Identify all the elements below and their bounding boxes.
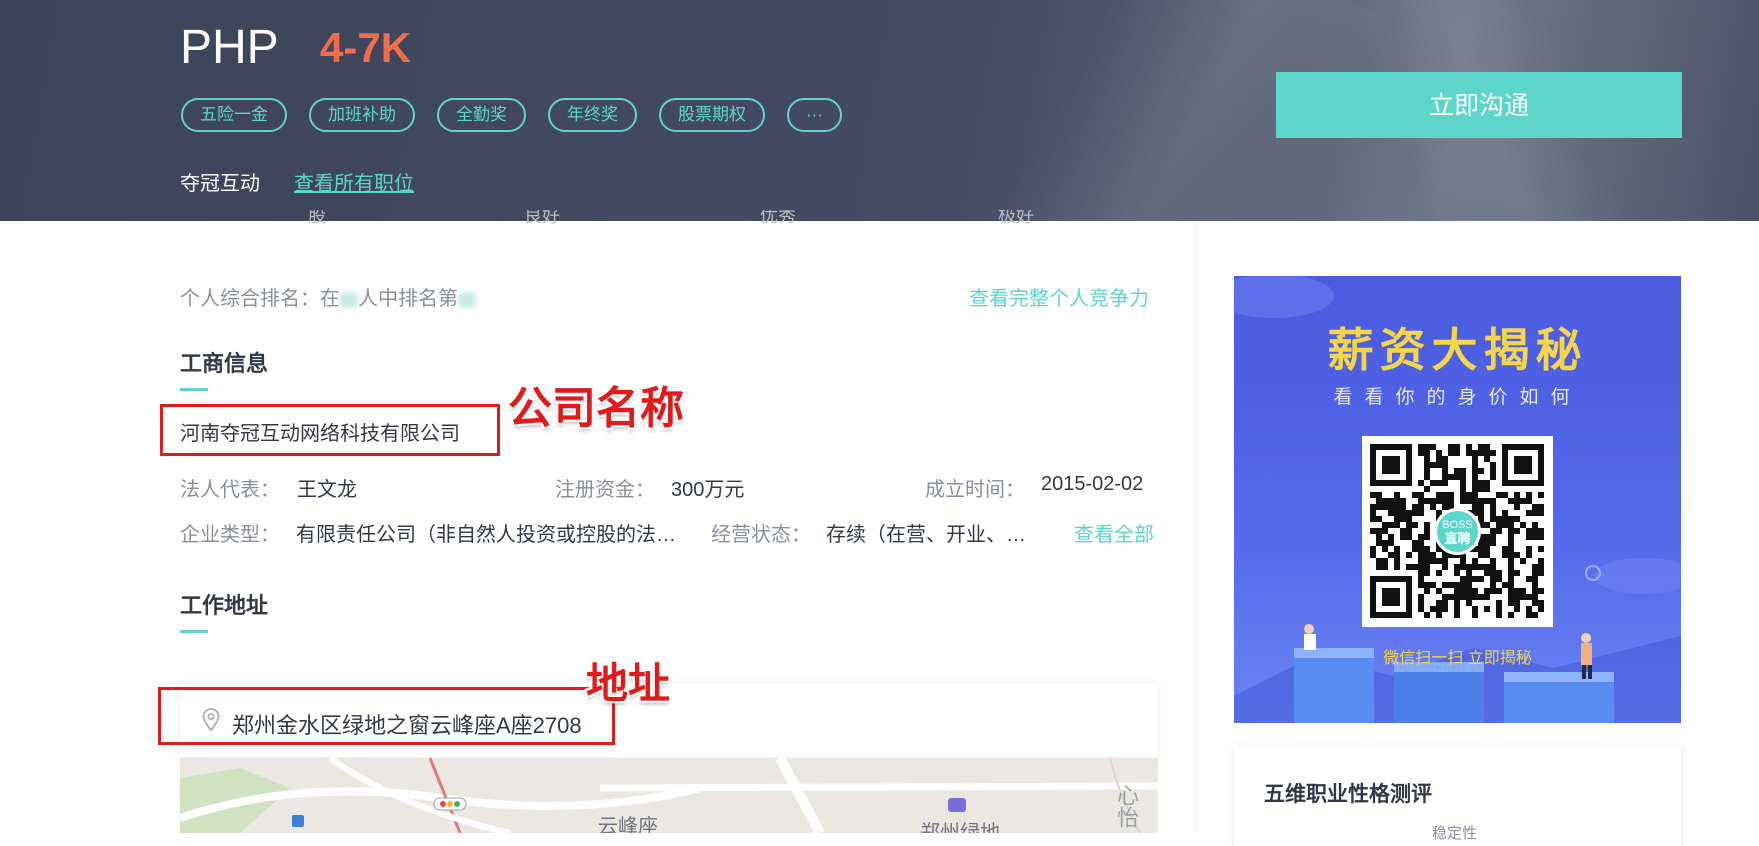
view-all-business-info-link[interactable]: 查看全部	[1074, 518, 1154, 547]
map-label: 郑州绿地	[920, 822, 1000, 833]
scale-label: 良好	[524, 210, 560, 226]
map-label: 云峰座	[598, 816, 658, 833]
work-address-title: 工作地址	[180, 593, 269, 618]
qr-badge-line2: 直聘	[1444, 531, 1471, 546]
job-title: PHP	[180, 21, 279, 74]
promo-title: 薪资大揭秘	[1327, 324, 1588, 376]
section-underline	[180, 630, 208, 633]
blurred-value	[340, 291, 358, 308]
personal-rank: 个人综合排名：在 人中排名第	[180, 282, 476, 311]
competitiveness-scale-labels: 股 良好 优秀 极好	[0, 210, 1180, 228]
map-label: 心怡	[1114, 784, 1139, 828]
annotation-address: 地址	[586, 660, 671, 707]
company-type-value: 有限责任公司（非自然人投资或控股的法…	[296, 524, 676, 546]
business-info-title: 工商信息	[180, 351, 269, 376]
promo-cta: 微信扫一扫 立即揭秘	[1383, 650, 1532, 667]
business-status-value: 存续（在营、开业、…	[826, 524, 1026, 546]
column-divider	[1196, 221, 1197, 833]
job-salary: 4-7K	[320, 24, 412, 71]
founded-label: 成立时间：	[925, 479, 1025, 501]
capital-label: 注册资金：	[555, 479, 655, 501]
qr-code: BOSS 直聘	[1362, 436, 1553, 627]
benefit-tag: 全勤奖	[437, 98, 526, 132]
more-tags-button[interactable]: ···	[787, 98, 842, 132]
benefit-tag: 股票期权	[659, 98, 765, 132]
location-map[interactable]: 云峰座 郑州绿地 心怡	[180, 758, 1158, 833]
scale-label: 极好	[998, 210, 1034, 226]
legal-rep-value: 王文龙	[297, 479, 357, 501]
highlight-box-address	[158, 687, 615, 745]
benefit-tag: 五险一金	[181, 98, 287, 132]
boss-logo-icon: BOSS 直聘	[1434, 508, 1481, 555]
company-type-label: 企业类型：	[180, 524, 280, 546]
founded-value: 2015-02-02	[1041, 473, 1144, 495]
rank-prefix: 个人综合排名：在	[180, 288, 340, 310]
business-status-label: 经营状态：	[711, 524, 811, 546]
benefit-tag: 加班补助	[309, 98, 415, 132]
benefit-tags: 五险一金 加班补助 全勤奖 年终奖 股票期权 ···	[181, 98, 842, 132]
personality-test-card[interactable]: 五维职业性格测评 稳定性	[1234, 746, 1681, 846]
salary-reveal-promo[interactable]: 薪资大揭秘 看看你的身价如何 BOSS 直聘 微信扫一扫 立即揭秘	[1234, 276, 1681, 723]
blurred-value	[458, 291, 476, 308]
test-card-title: 五维职业性格测评	[1264, 783, 1432, 806]
rank-middle: 人中排名第	[358, 288, 458, 310]
capital-value: 300万元	[671, 479, 745, 501]
chat-now-button[interactable]: 立即沟通	[1276, 72, 1682, 138]
scale-label: 优秀	[760, 210, 796, 226]
section-underline	[180, 388, 208, 391]
annotation-company-name: 公司名称	[508, 384, 684, 433]
company-short-name[interactable]: 夺冠互动	[180, 167, 260, 196]
scale-label: 股	[308, 210, 326, 226]
view-all-jobs-link[interactable]: 查看所有职位	[294, 167, 414, 196]
view-full-competitiveness-link[interactable]: 查看完整个人竞争力	[969, 282, 1149, 311]
promo-subtitle: 看看你的身价如何	[1333, 387, 1582, 408]
map-graphic	[180, 758, 1158, 833]
benefit-tag: 年终奖	[548, 98, 637, 132]
legal-rep-label: 法人代表：	[180, 479, 280, 501]
highlight-box-company	[160, 404, 500, 456]
